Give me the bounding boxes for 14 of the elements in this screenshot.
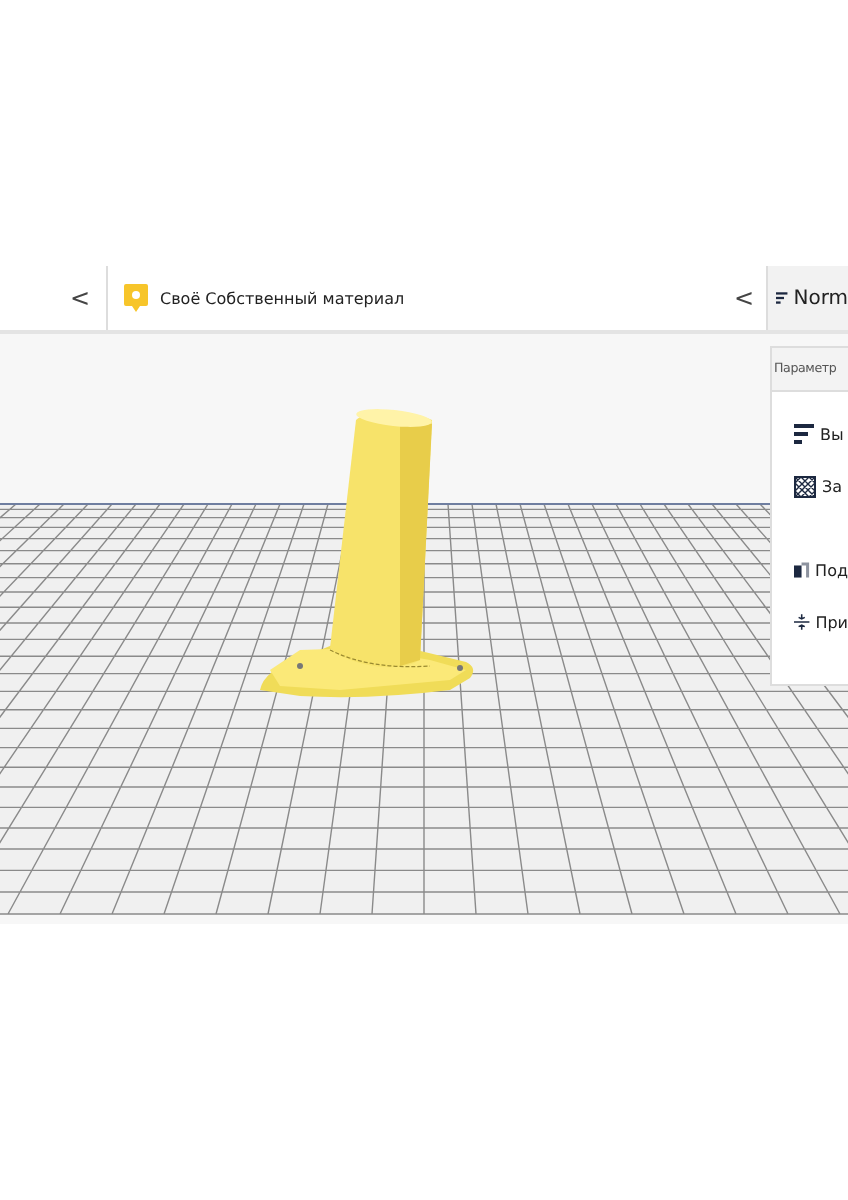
support-icon [794, 560, 810, 580]
layers-icon [776, 288, 788, 308]
material-badge-icon [124, 284, 148, 312]
adhesion-icon [794, 612, 810, 632]
collapse-button[interactable]: < [69, 286, 106, 310]
profile-tab[interactable]: Norm [766, 266, 848, 330]
crosshatch-icon [794, 475, 816, 497]
setting-label[interactable]: Вы [820, 425, 844, 443]
layers-icon [794, 424, 814, 444]
setting-label[interactable]: Под [815, 561, 848, 579]
collapse-button[interactable]: < [733, 284, 754, 312]
setting-label[interactable]: При [815, 613, 848, 631]
setting-label[interactable]: За [822, 477, 843, 495]
material-name[interactable]: Своё Собственный материал [160, 289, 405, 307]
